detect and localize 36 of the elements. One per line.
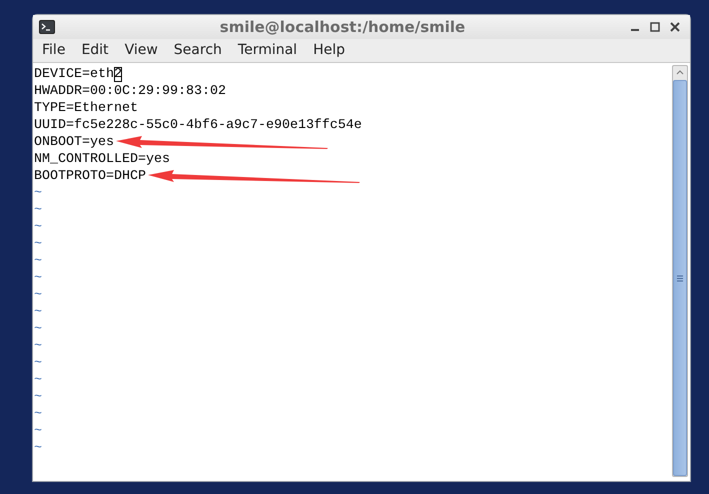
config-line: UUID=fc5e228c-55c0-4bf6-a9c7-e90e13ffc54e [34,117,362,134]
config-line: ONBOOT=yes [34,134,114,151]
config-line: DEVICE=eth2 [34,66,122,83]
menu-item[interactable]: Edit [74,39,116,62]
menu-item[interactable]: File [35,39,72,62]
config-line: TYPE=Ethernet [34,100,138,117]
terminal-icon [39,20,55,34]
config-line: HWADDR=00:0C:29:99:83:02 [34,83,226,100]
tilde-marker: ~ [34,236,42,253]
tilde-marker: ~ [34,355,42,372]
menu-item[interactable]: Search [166,39,229,62]
scroll-thumb[interactable] [673,80,687,476]
tilde-marker: ~ [34,321,42,338]
tilde-marker: ~ [34,219,42,236]
menu-item[interactable]: Terminal [230,39,304,62]
tilde-marker: ~ [34,253,42,270]
tilde-marker: ~ [34,372,42,389]
tilde-marker: ~ [34,287,42,304]
tilde-marker: ~ [34,440,42,457]
tilde-marker: ~ [34,389,42,406]
tilde-marker: ~ [34,338,42,355]
tilde-marker: ~ [34,304,42,321]
tilde-marker: ~ [34,406,42,423]
close-icon[interactable] [670,22,680,32]
grip-icon [677,274,683,282]
tilde-marker: ~ [34,202,42,219]
tilde-marker: ~ [34,423,42,440]
menu-item[interactable]: View [118,39,165,62]
maximize-icon[interactable] [650,22,660,32]
menu-item[interactable]: Help [306,39,352,62]
tilde-marker: ~ [34,185,42,202]
config-line: BOOTPROTO=DHCP [34,168,146,185]
window-title: smile@localhost:/home/smile [218,16,466,38]
tilde-marker: ~ [34,270,42,287]
scrollbar[interactable] [672,65,688,477]
config-line: NM_CONTROLLED=yes [34,151,170,168]
